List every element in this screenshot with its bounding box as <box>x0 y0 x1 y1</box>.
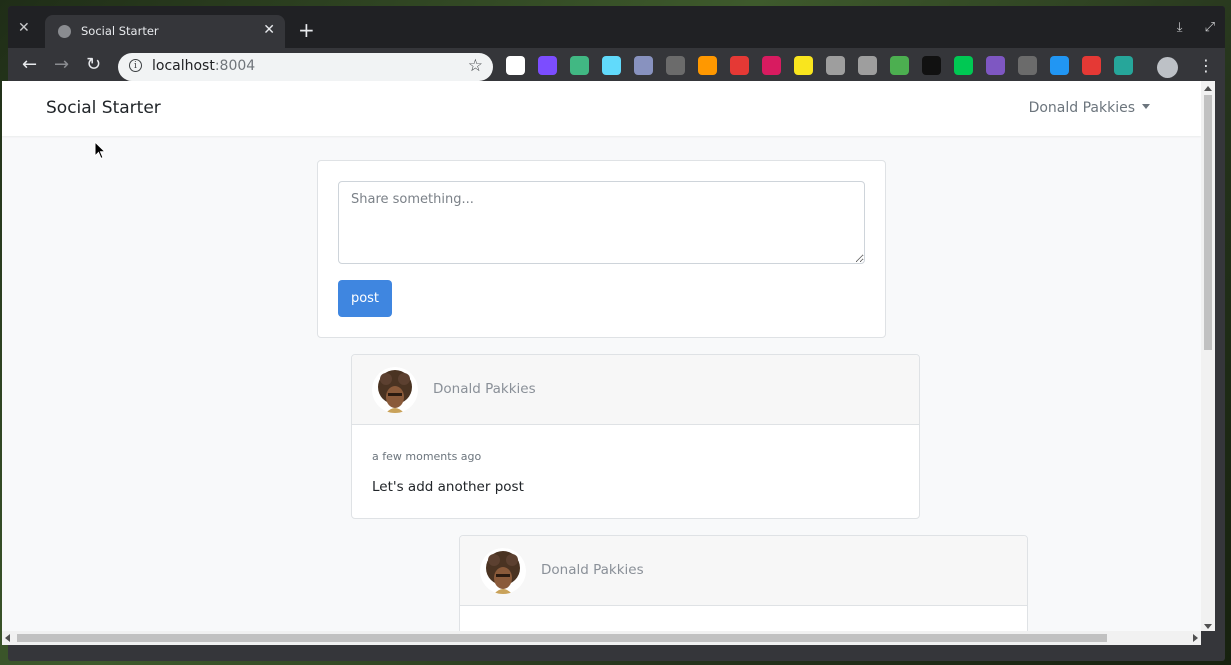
tab-strip: ✕ Social Starter ✕ + ⤓ ⤢ <box>8 6 1225 48</box>
composer-card: post <box>317 160 886 338</box>
profile-avatar-icon[interactable] <box>1157 57 1178 78</box>
post-header: Donald Pakkies <box>460 536 1027 606</box>
extension-icon[interactable] <box>666 56 685 75</box>
scroll-up-icon[interactable] <box>1204 86 1212 91</box>
post-header: Donald Pakkies <box>352 355 919 425</box>
scroll-right-icon[interactable] <box>1193 634 1198 642</box>
mouse-cursor-icon <box>94 141 107 160</box>
avatar <box>372 367 418 413</box>
more-menu-icon[interactable]: ⋮ <box>1198 56 1214 75</box>
extension-icon[interactable] <box>570 56 589 75</box>
url-text[interactable]: localhost:8004 <box>152 58 255 74</box>
extension-icon[interactable] <box>986 56 1005 75</box>
back-icon[interactable]: ← <box>22 54 37 75</box>
post-author[interactable]: Donald Pakkies <box>541 562 644 578</box>
extension-icon[interactable] <box>1082 56 1101 75</box>
extension-icon[interactable] <box>826 56 845 75</box>
extension-icon[interactable] <box>762 56 781 75</box>
tab-close-icon[interactable]: ✕ <box>263 22 275 38</box>
extension-icon[interactable] <box>858 56 877 75</box>
post-author[interactable]: Donald Pakkies <box>433 381 536 397</box>
new-tab-button[interactable]: + <box>298 18 315 42</box>
extension-icon[interactable] <box>730 56 749 75</box>
tab-title: Social Starter <box>81 24 159 38</box>
scrollbar-thumb[interactable] <box>1204 95 1212 350</box>
post-body: Let's add another post <box>372 479 524 495</box>
extension-icon[interactable] <box>890 56 909 75</box>
vertical-scrollbar[interactable] <box>1201 81 1215 631</box>
page-viewport: Social Starter Donald Pakkies post Donal… <box>2 81 1201 631</box>
info-icon[interactable]: i <box>129 59 142 72</box>
scroll-down-icon[interactable] <box>1204 624 1212 629</box>
download-icon[interactable]: ⤓ <box>1177 20 1183 35</box>
user-dropdown[interactable]: Donald Pakkies <box>1029 100 1150 116</box>
forward-icon[interactable]: → <box>54 54 69 75</box>
fullscreen-icon[interactable]: ⤢ <box>1205 20 1215 35</box>
address-bar[interactable]: i localhost:8004 ☆ <box>118 53 493 81</box>
post-time: a few moments ago <box>372 450 482 463</box>
share-textarea[interactable] <box>338 181 865 264</box>
extension-icon[interactable] <box>538 56 557 75</box>
extension-icons <box>506 56 1146 80</box>
scrollbar-thumb[interactable] <box>17 634 1107 642</box>
extension-icon[interactable] <box>1050 56 1069 75</box>
scroll-left-icon[interactable] <box>5 634 10 642</box>
close-icon[interactable]: ✕ <box>18 20 30 36</box>
extension-icon[interactable] <box>954 56 973 75</box>
window-controls: ⤓ ⤢ <box>1159 20 1215 35</box>
avatar <box>480 548 526 594</box>
app-navbar: Social Starter Donald Pakkies <box>2 81 1201 136</box>
bookmark-star-icon[interactable]: ☆ <box>468 56 483 76</box>
extension-icon[interactable] <box>602 56 621 75</box>
extension-icon[interactable] <box>506 56 525 75</box>
post-button[interactable]: post <box>338 280 392 317</box>
extension-icon[interactable] <box>794 56 813 75</box>
extension-icon[interactable] <box>1114 56 1133 75</box>
extension-icon[interactable] <box>1018 56 1037 75</box>
caret-down-icon <box>1142 104 1150 109</box>
post-card: Donald Pakkies <box>459 535 1028 631</box>
browser-tab[interactable]: Social Starter ✕ <box>45 15 285 48</box>
extension-icon[interactable] <box>922 56 941 75</box>
post-card: Donald Pakkies a few moments ago Let's a… <box>351 354 920 519</box>
extension-icon[interactable] <box>634 56 653 75</box>
brand-link[interactable]: Social Starter <box>46 98 161 118</box>
extension-icon[interactable] <box>698 56 717 75</box>
reload-icon[interactable]: ↻ <box>86 54 101 75</box>
globe-icon <box>58 25 71 38</box>
horizontal-scrollbar[interactable] <box>2 631 1201 645</box>
